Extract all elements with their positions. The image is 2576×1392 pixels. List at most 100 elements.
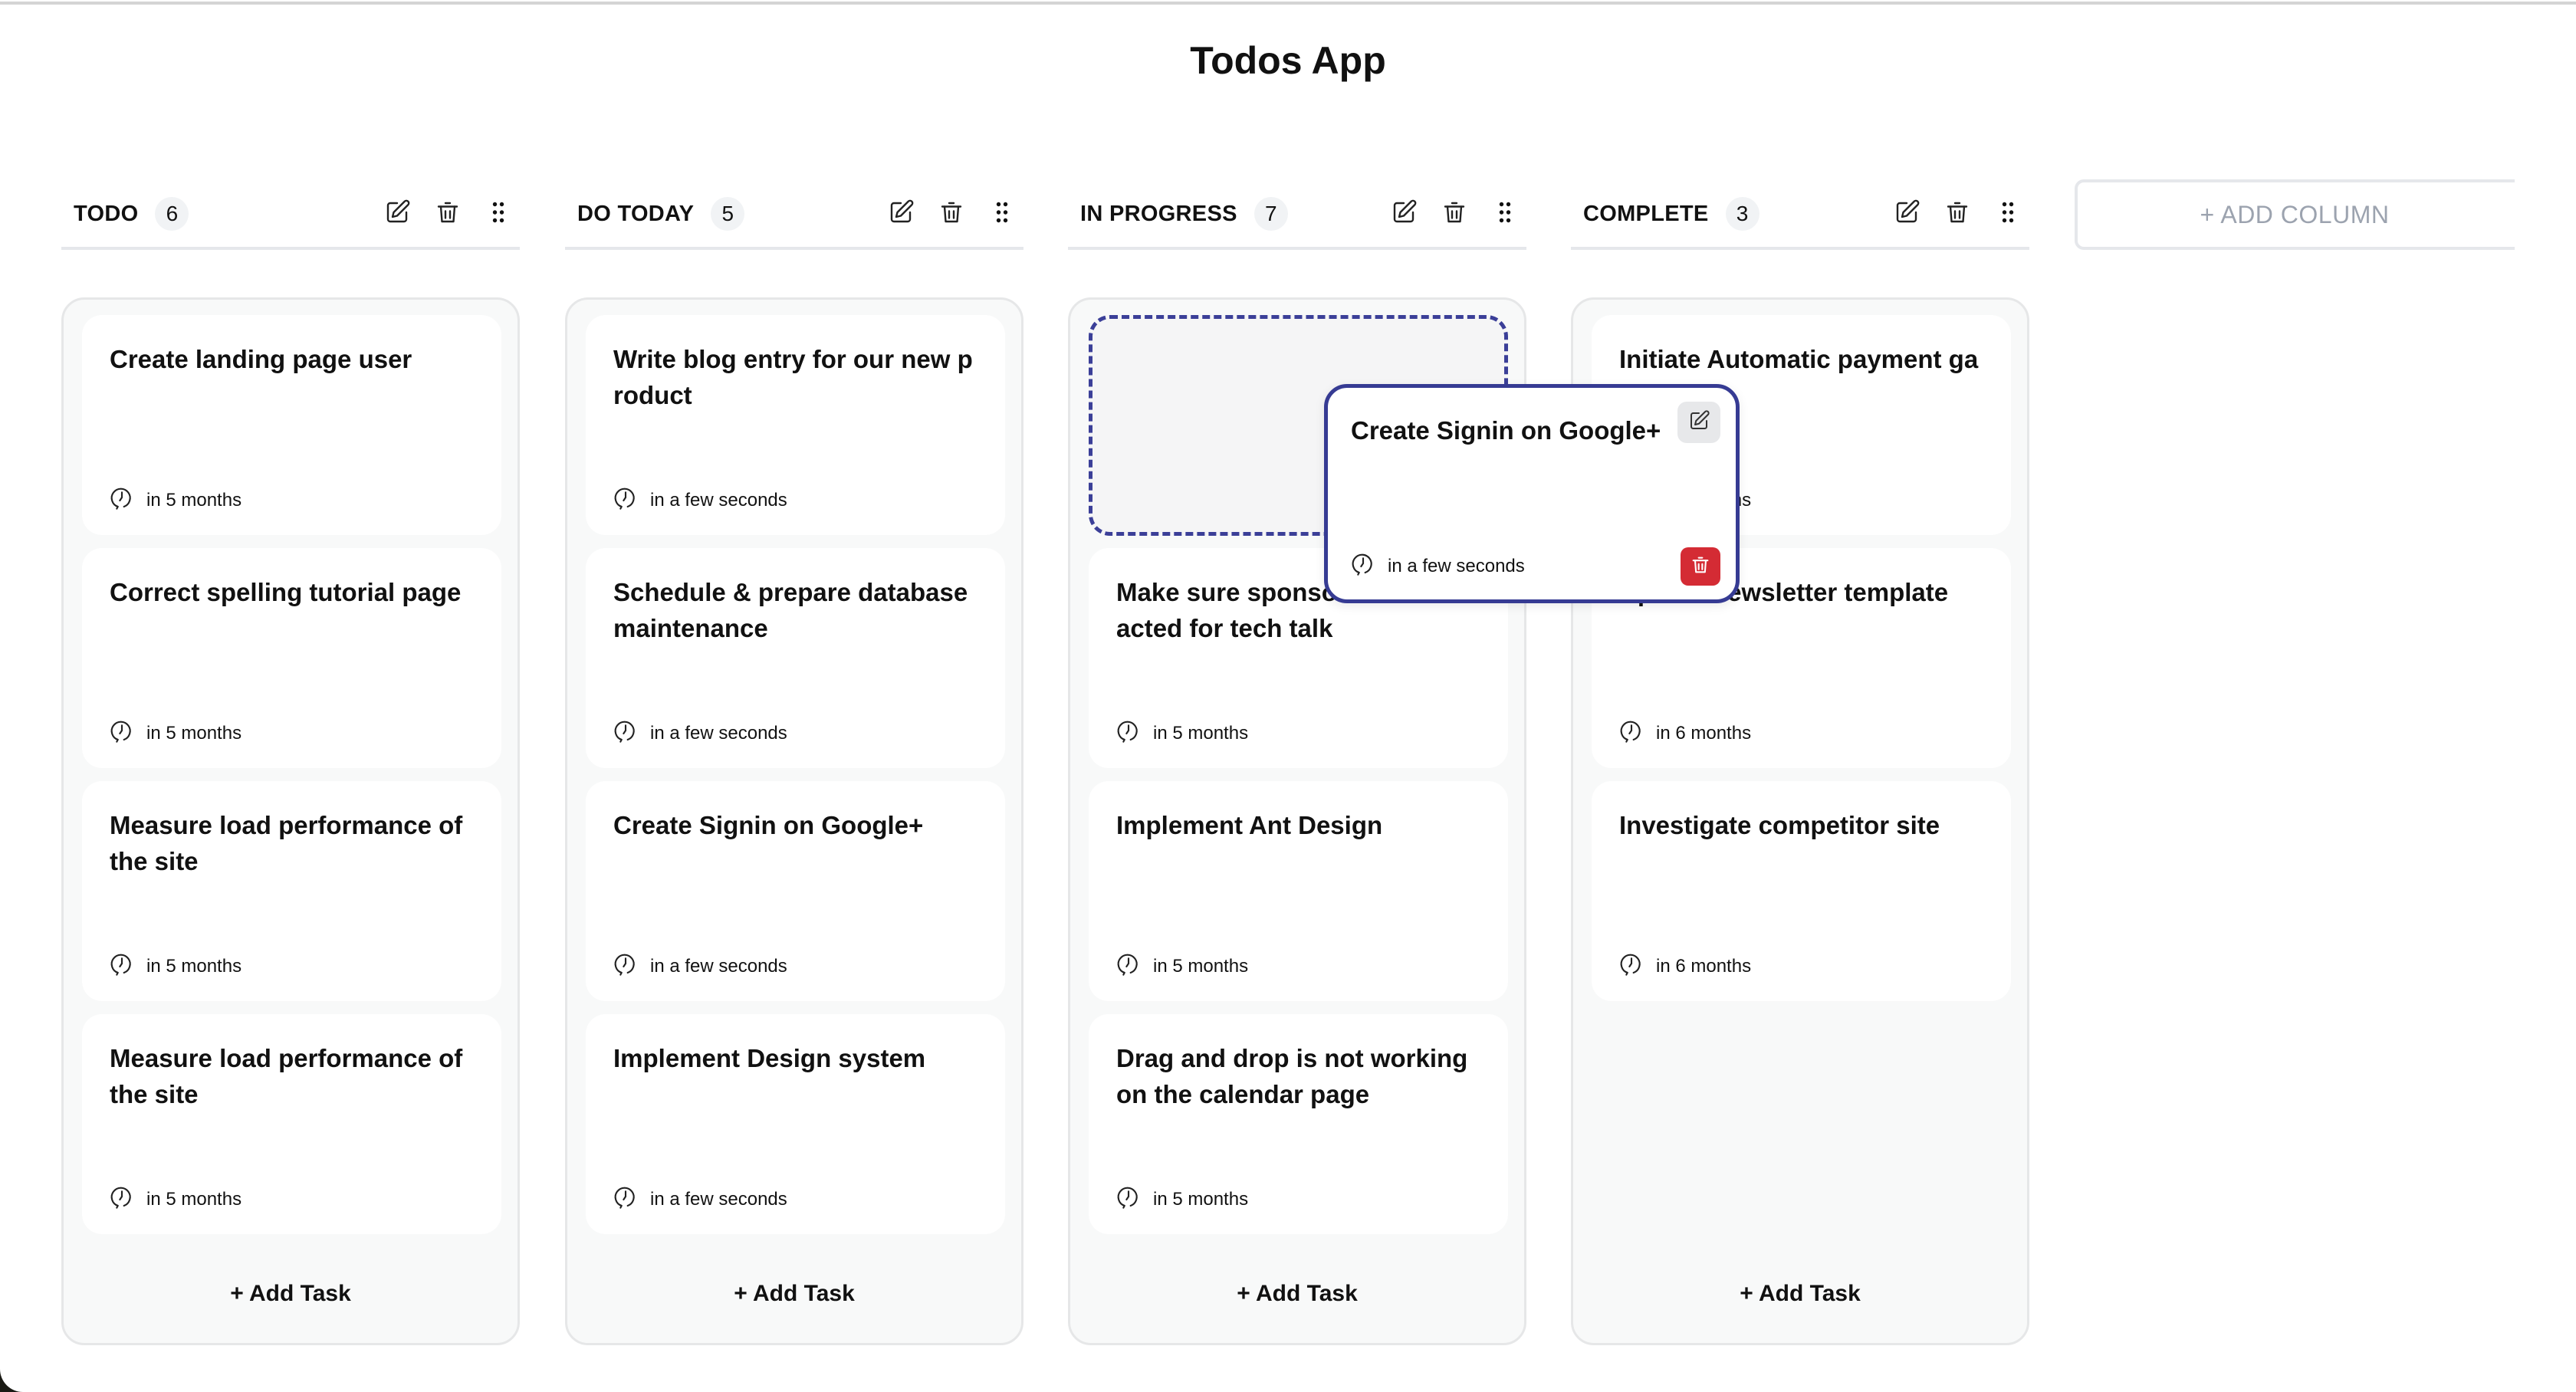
add-task-button[interactable]: + Add Task [567,1281,1021,1307]
task-due: in 5 months [1116,718,1248,748]
column-task-count: 6 [155,197,189,231]
page-title: Todos App [1190,39,1386,82]
clock-icon [1351,551,1375,581]
task-card[interactable]: Write blog entry for our new product in a… [586,315,1005,535]
task-due: in 5 months [1116,1184,1248,1214]
clock-icon [613,485,638,515]
edit-icon [887,199,915,230]
drag-handle-icon [1994,199,2022,230]
clock-icon [1116,718,1141,748]
trash-icon [1690,554,1711,579]
due-text: in 5 months [146,722,242,744]
task-title: Implement Ant Design [1116,811,1383,839]
due-text: in a few seconds [1388,555,1525,576]
due-text: in 6 months [1656,955,1752,977]
trash-icon [1944,199,1971,230]
task-card[interactable]: Implement Ant Design in 5 months [1089,781,1508,1001]
column-drag-handle[interactable] [1488,197,1522,231]
task-title: Create landing page user [110,345,412,373]
trash-icon [1441,199,1468,230]
add-task-button[interactable]: + Add Task [64,1281,518,1307]
add-task-button[interactable]: + Add Task [1070,1281,1524,1307]
column-title: DO TODAY [577,201,695,226]
task-title: Measure load performance of the site [110,1044,463,1108]
column-header-in-progress: IN PROGRESS 7 [1068,181,1526,250]
delete-column-button[interactable] [431,197,465,231]
task-card[interactable]: Measure load performance of the site in 5… [82,1014,501,1234]
task-card[interactable]: Correct spelling tutorial page in 5 month… [82,548,501,768]
delete-column-button[interactable] [935,197,968,231]
task-card[interactable]: Create Signin on Google+ in a few seconds [586,781,1005,1001]
clock-icon [613,951,638,981]
drag-handle-icon [988,199,1016,230]
add-task-button[interactable]: + Add Task [1573,1281,2027,1307]
window-top-border [0,0,2576,5]
task-title: Write blog entry for our new product [613,345,973,409]
column-title: COMPLETE [1583,201,1709,226]
column-todo: Create landing page user in 5 months Corre… [61,297,520,1345]
trash-icon [434,199,462,230]
edit-card-button[interactable] [1677,402,1720,443]
task-due: in 5 months [110,485,242,515]
due-text: in 5 months [1153,1188,1249,1210]
clock-icon [110,951,134,981]
due-text: in a few seconds [650,1188,787,1210]
column-actions [884,197,1024,231]
dragging-card[interactable]: Create Signin on Google+ in a few second… [1324,384,1740,603]
edit-column-button[interactable] [884,197,918,231]
task-due: in a few seconds [613,485,787,515]
viewport-edge [2515,173,2576,258]
due-text: in 5 months [146,1188,242,1210]
clock-icon [1619,718,1644,748]
task-title: Drag and drop is not working on the cale… [1116,1044,1468,1108]
drag-handle-icon [485,199,512,230]
clock-icon [1116,1184,1141,1214]
task-due: in 6 months [1619,951,1751,981]
task-due: in 5 months [110,718,242,748]
column-task-count: 7 [1254,197,1288,231]
task-card[interactable]: Create landing page user in 5 months [82,315,501,535]
due-text: in a few seconds [650,955,787,977]
task-card[interactable]: Drag and drop is not working on the cale… [1089,1014,1508,1234]
task-due: in a few seconds [613,951,787,981]
edit-icon [1390,199,1418,230]
task-title: Schedule & prepare database maintenance [613,578,968,642]
task-title: Create Signin on Google+ [613,811,924,839]
column-task-count: 3 [1725,197,1760,231]
column-drag-handle[interactable] [1991,197,2025,231]
due-text: in 5 months [146,489,242,511]
add-column-button[interactable]: + ADD COLUMN [2075,179,2535,250]
delete-card-button[interactable] [1681,547,1720,586]
edit-icon [1893,199,1921,230]
task-due: in 5 months [110,951,242,981]
edit-column-button[interactable] [1890,197,1924,231]
trash-icon [938,199,965,230]
clock-icon [110,718,134,748]
window-corner [0,1346,46,1392]
clock-icon [1619,951,1644,981]
task-due: in 5 months [110,1184,242,1214]
due-text: in 5 months [146,955,242,977]
task-due: in a few seconds [613,1184,787,1214]
column-drag-handle[interactable] [481,197,515,231]
edit-icon [383,199,411,230]
column-header-todo: TODO 6 [61,181,520,250]
task-card[interactable]: Investigate competitor site in 6 months [1592,781,2011,1001]
task-card[interactable]: Schedule & prepare database maintenance i… [586,548,1005,768]
edit-column-button[interactable] [1387,197,1421,231]
task-card[interactable]: Implement Design system in a few seconds [586,1014,1005,1234]
task-due: in a few seconds [613,718,787,748]
clock-icon [613,1184,638,1214]
column-actions [380,197,520,231]
column-title: TODO [74,201,139,226]
edit-column-button[interactable] [380,197,414,231]
column-drag-handle[interactable] [985,197,1019,231]
edit-icon [1687,409,1710,436]
dragging-card-title: Create Signin on Google+ [1351,416,1661,445]
delete-column-button[interactable] [1940,197,1974,231]
task-card[interactable]: Measure load performance of the site in 5… [82,781,501,1001]
delete-column-button[interactable] [1438,197,1471,231]
clock-icon [613,718,638,748]
due-text: in 6 months [1656,722,1752,744]
column-header-do-today: DO TODAY 5 [565,181,1024,250]
